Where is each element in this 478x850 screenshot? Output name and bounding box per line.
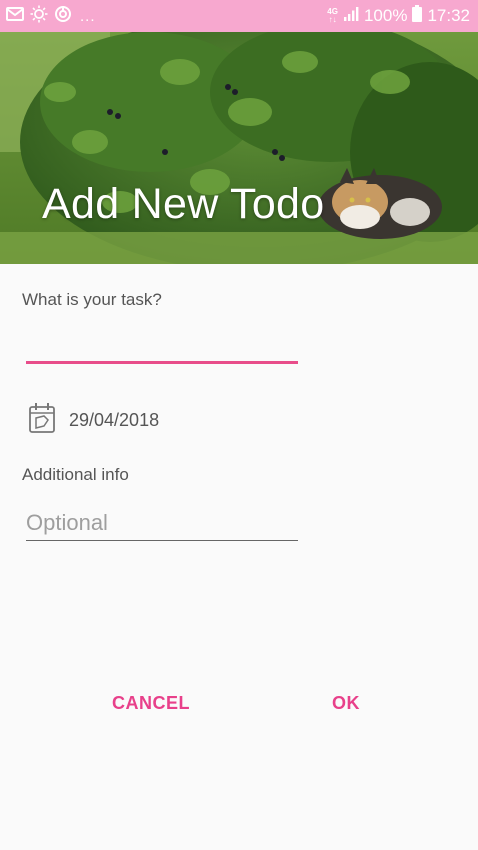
date-value[interactable]: 29/04/2018 bbox=[69, 410, 159, 431]
task-label: What is your task? bbox=[22, 290, 162, 309]
network-type-bottom: ↑↓ bbox=[328, 15, 337, 24]
mail-icon bbox=[6, 6, 24, 26]
status-bar: ... 4G ↑↓ 100% 17:32 bbox=[0, 0, 478, 32]
network-type: 4G ↑↓ bbox=[327, 8, 338, 24]
cancel-button[interactable]: CANCEL bbox=[106, 688, 196, 718]
date-picker[interactable]: 29/04/2018 bbox=[28, 402, 159, 439]
ok-button[interactable]: OK bbox=[326, 688, 366, 718]
status-overflow-dots: ... bbox=[80, 7, 96, 25]
status-left: ... bbox=[6, 5, 96, 28]
page-title: Add New Todo bbox=[42, 180, 325, 228]
additional-info-label: Additional info bbox=[22, 465, 129, 484]
task-input[interactable] bbox=[26, 330, 298, 364]
additional-info-input[interactable] bbox=[26, 506, 298, 541]
header-banner: Add New Todo bbox=[0, 32, 478, 264]
clock: 17:32 bbox=[427, 6, 470, 25]
header-photo bbox=[0, 32, 478, 264]
sun-icon bbox=[30, 5, 48, 28]
sync-icon bbox=[54, 5, 72, 28]
signal-icon bbox=[343, 6, 359, 27]
status-right: 4G ↑↓ 100% 17:32 bbox=[327, 5, 470, 27]
calendar-icon[interactable] bbox=[28, 402, 56, 439]
battery-icon bbox=[412, 5, 423, 27]
battery-percent: 100% bbox=[363, 6, 408, 25]
